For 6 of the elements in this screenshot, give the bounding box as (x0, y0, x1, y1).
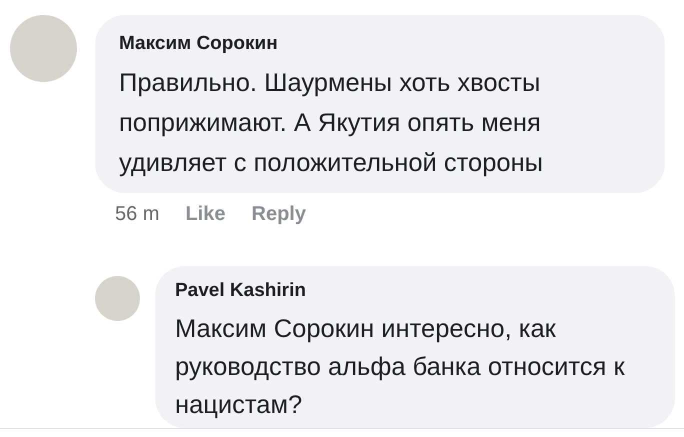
comment-time: 56 m (115, 203, 160, 226)
author-name[interactable]: Pavel Kashirin (175, 280, 655, 302)
comment-text: Максим Сорокин интересно, как руководство альфа банка относится к нацистам? (175, 314, 626, 421)
avatar[interactable] (95, 276, 140, 321)
author-name[interactable]: Максим Сорокин (119, 33, 639, 55)
comment-text: Правильно. Шаурмены хоть хвосты поприжимают. А Якутия опять меня удивляет с положительной стороны (119, 68, 544, 179)
